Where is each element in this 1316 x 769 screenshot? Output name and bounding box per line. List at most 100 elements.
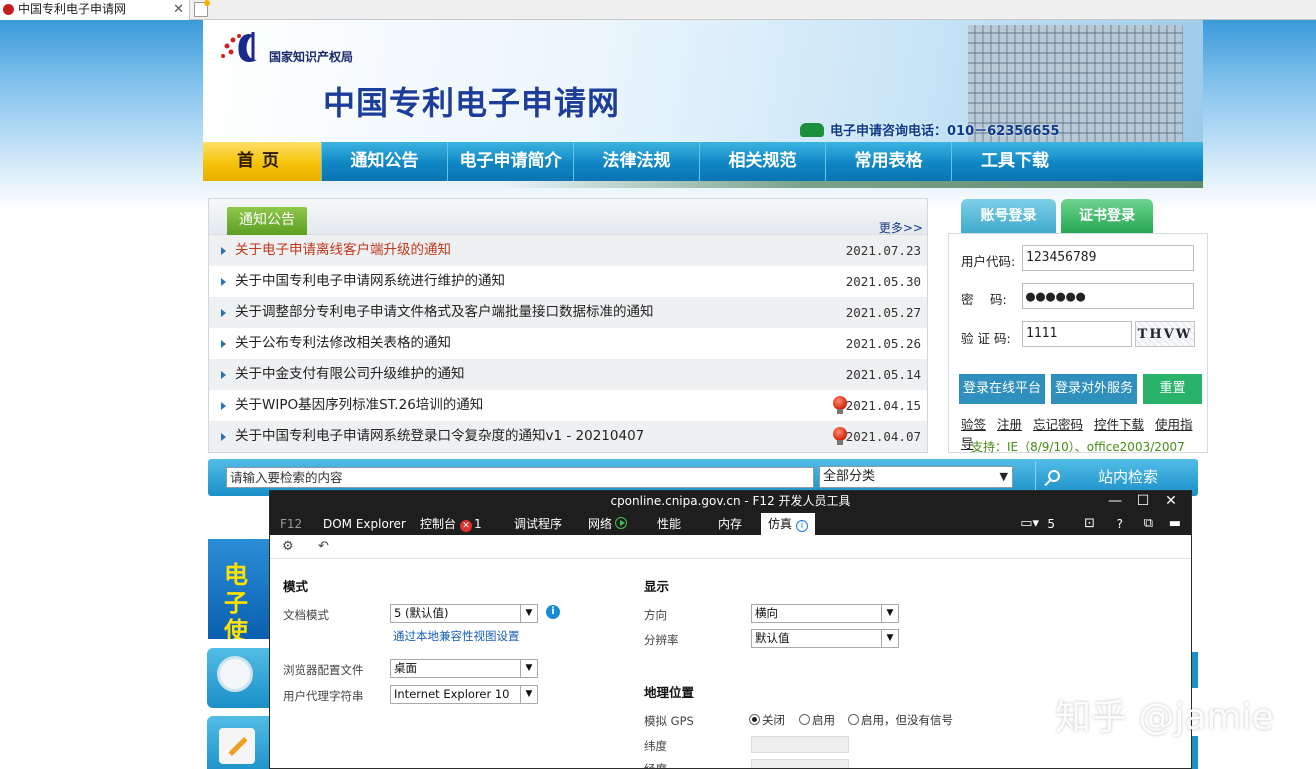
notice-title[interactable]: 关于调整部分专利电子申请文件格式及客户端批量接口数据标准的通知 <box>235 304 654 320</box>
login-online-button[interactable]: 登录在线平台 <box>959 374 1045 404</box>
chevron-down-icon: ▼ <box>520 686 537 703</box>
tab-console[interactable]: 控制台 ✕ 1 <box>413 513 489 535</box>
notice-item[interactable]: 关于公布专利法修改相关表格的通知 2021.05.26 <box>209 328 927 359</box>
gps-option-off: 关闭 <box>762 713 785 727</box>
close-tab-icon[interactable]: ✕ <box>173 0 184 19</box>
gps-option-on: 启用 <box>812 713 835 727</box>
login-external-button[interactable]: 登录对外服务 <box>1051 374 1137 404</box>
notice-item[interactable]: 关于WIPO基因序列标准ST.26培训的通知 2021.04.15 <box>209 390 927 421</box>
devtools-titlebar: cponline.cnipa.gov.cn - F12 开发人员工具 — ☐ ✕ <box>270 491 1191 513</box>
tab-network[interactable]: 网络 <box>581 513 634 535</box>
nav-item-downloads[interactable]: 工具下载 <box>952 142 1078 181</box>
notice-title[interactable]: 关于中国专利电子申请网系统进行维护的通知 <box>235 273 505 289</box>
radio-icon <box>799 714 810 725</box>
minimize-icon[interactable]: — <box>1101 491 1129 512</box>
reset-button[interactable]: 重置 <box>1143 374 1202 404</box>
dock-bottom-icon[interactable]: ▬ <box>1169 513 1181 535</box>
support-info: 支持：IE（8/9/10）、office2003/2007 <box>971 440 1185 454</box>
nav-item-home[interactable]: 首页 <box>203 142 322 181</box>
notice-title[interactable]: 关于中金支付有限公司升级维护的通知 <box>235 366 465 382</box>
tab-debugger[interactable]: 调试程序 <box>507 513 569 535</box>
close-icon[interactable]: ✕ <box>1157 491 1185 512</box>
site-header: 国家知识产权局 中国专利电子申请网 电子申请咨询电话：010－62356655 <box>203 20 1203 142</box>
tab-memory[interactable]: 内存 <box>711 513 749 535</box>
devtools-window: cponline.cnipa.gov.cn - F12 开发人员工具 — ☐ ✕ F… <box>269 490 1192 769</box>
notice-title[interactable]: 关于中国专利电子申请网系统登录口令复杂度的通知v1 - 20210407 <box>235 428 644 444</box>
browser-tab[interactable]: 中国专利电子申请网 ✕ <box>0 0 190 20</box>
gps-label: 模拟 GPS <box>644 714 694 728</box>
display-heading: 显示 <box>644 579 670 594</box>
notice-item[interactable]: 关于中国专利电子申请网系统登录口令复杂度的通知v1 - 20210407 2021… <box>209 421 927 452</box>
resolution-value: 默认值 <box>755 631 790 645</box>
help-icon[interactable]: ? <box>1117 513 1123 535</box>
resolution-select[interactable]: 默认值 ▼ <box>751 629 899 648</box>
user-agent-select[interactable]: Internet Explorer 10 ▼ <box>390 685 538 704</box>
nav-item-intro[interactable]: 电子申请简介 <box>448 142 574 181</box>
promo-banner[interactable]: 电子使用 <box>208 539 270 639</box>
notice-item[interactable]: 关于电子申请离线客户端升级的通知 2021.07.23 <box>209 235 927 266</box>
gps-radio-no-signal[interactable]: 启用，但没有信号 <box>848 712 953 728</box>
tab-emulation[interactable]: 仿真 i <box>761 513 816 535</box>
nav-decorative-strip <box>203 181 1203 188</box>
nav-item-laws[interactable]: 法律法规 <box>574 142 700 181</box>
link-register[interactable]: 注册 <box>997 417 1022 432</box>
link-verify-signature[interactable]: 验签 <box>961 417 986 432</box>
notice-title[interactable]: 关于WIPO基因序列标准ST.26培训的通知 <box>235 397 483 413</box>
nav-item-notices[interactable]: 通知公告 <box>322 142 448 181</box>
longitude-input[interactable] <box>751 759 849 768</box>
tab-performance[interactable]: 性能 <box>650 513 688 535</box>
notice-item[interactable]: 关于中国专利电子申请网系统进行维护的通知 2021.05.30 <box>209 266 927 297</box>
side-search-button[interactable] <box>207 648 269 708</box>
latitude-input[interactable] <box>751 736 849 753</box>
notice-item[interactable]: 关于调整部分专利电子申请文件格式及客户端批量接口数据标准的通知 2021.05.2… <box>209 297 927 328</box>
notice-tab[interactable]: 通知公告 <box>227 207 307 235</box>
search-input[interactable]: 请输入要检索的内容 <box>226 467 814 488</box>
password-label: 密 码: <box>961 292 1007 307</box>
play-icon <box>615 517 628 529</box>
nav-item-specs[interactable]: 相关规范 <box>700 142 826 181</box>
notice-title[interactable]: 关于公布专利法修改相关表格的通知 <box>235 335 451 351</box>
geolocation-heading: 地理位置 <box>644 685 695 700</box>
target-monitor-icon[interactable]: ▭▾ <box>1020 513 1039 535</box>
browser-profile-label: 浏览器配置文件 <box>283 663 364 677</box>
devtools-title: cponline.cnipa.gov.cn - F12 开发人员工具 <box>610 494 851 508</box>
notice-item[interactable]: 关于中金支付有限公司升级维护的通知 2021.05.14 <box>209 359 927 390</box>
side-apply-button[interactable] <box>207 716 269 769</box>
nav-item-forms[interactable]: 常用表格 <box>826 142 952 181</box>
watermark: 知乎 @jamie <box>1055 697 1274 738</box>
notice-title[interactable]: 关于电子申请离线客户端升级的通知 <box>235 242 451 258</box>
console-prompt-icon[interactable]: ⊡ <box>1084 513 1095 535</box>
link-control-download[interactable]: 控件下载 <box>1094 417 1144 432</box>
notice-date: 2021.05.14 <box>845 367 921 382</box>
tab-account-login[interactable]: 账号登录 <box>961 199 1056 234</box>
link-forgot-password[interactable]: 忘记密码 <box>1033 417 1083 432</box>
compat-view-link[interactable]: 通过本地兼容性视图设置 <box>393 628 520 644</box>
browser-profile-select[interactable]: 桌面 ▼ <box>390 659 538 678</box>
chevron-down-icon: ▼ <box>520 605 537 622</box>
gps-radio-off[interactable]: 关闭 <box>749 712 785 728</box>
tab-cert-login[interactable]: 证书登录 <box>1061 199 1153 234</box>
undock-icon[interactable]: ⧉ <box>1144 513 1153 535</box>
search-icon <box>1048 470 1060 482</box>
mode-heading: 模式 <box>283 579 309 594</box>
orientation-select[interactable]: 横向 ▼ <box>751 604 899 623</box>
notice-date: 2021.04.07 <box>845 429 921 444</box>
gps-radio-on[interactable]: 启用 <box>799 712 835 728</box>
category-select[interactable]: 全部分类 ▼ <box>819 466 1013 488</box>
reset-undo-icon[interactable]: ↶ <box>318 539 329 554</box>
new-tab-icon[interactable] <box>194 0 210 17</box>
captcha-image[interactable]: THVW <box>1135 321 1195 347</box>
maximize-icon[interactable]: ☐ <box>1129 491 1157 512</box>
password-input[interactable]: ●●●●●● <box>1022 283 1194 309</box>
more-link[interactable]: 更多>> <box>879 219 923 236</box>
doc-mode-select[interactable]: 5 (默认值) ▼ <box>390 604 538 623</box>
agency-name: 国家知识产权局 <box>269 50 354 64</box>
tab-console-label: 控制台 <box>420 517 457 531</box>
settings-icon[interactable]: ⚙ <box>282 539 294 554</box>
error-count: 1 <box>474 517 482 531</box>
info-icon[interactable]: i <box>546 605 560 619</box>
user-code-input[interactable]: 123456789 <box>1022 245 1194 271</box>
captcha-input[interactable]: 1111 <box>1022 321 1132 347</box>
tab-dom-explorer[interactable]: DOM Explorer <box>316 513 413 535</box>
tab-f12[interactable]: F12 <box>273 513 309 535</box>
